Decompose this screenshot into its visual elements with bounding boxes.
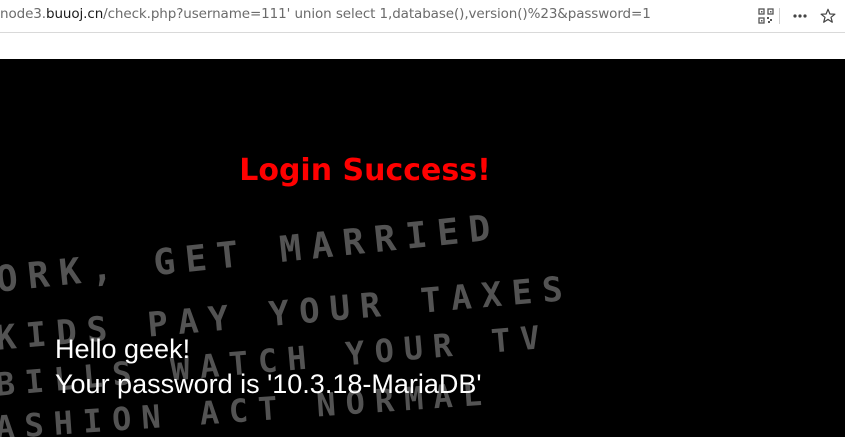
qr-code-icon[interactable] — [757, 7, 775, 25]
login-success-heading: Login Success! — [239, 153, 491, 188]
url-prefix: node3. — [0, 6, 46, 22]
more-icon[interactable] — [791, 7, 809, 25]
url-host: buuoj.cn — [45, 6, 104, 22]
page-top-strip — [0, 33, 845, 59]
browser-address-bar[interactable]: node3.buuoj.cn/check.php?username=111' u… — [0, 0, 845, 33]
url-field[interactable]: node3.buuoj.cn/check.php?username=111' u… — [0, 6, 651, 22]
greeting-text: Hello geek! — [55, 334, 191, 364]
page-content: ORK, GET MARRIED KIDS PAY YOUR TAXES BIL… — [0, 59, 845, 437]
star-icon[interactable] — [819, 7, 837, 25]
url-path: /check.php?username=111' union select 1,… — [103, 6, 651, 22]
password-text: Your password is '10.3.18-MariaDB' — [55, 369, 482, 399]
toolbar-divider — [779, 8, 780, 24]
